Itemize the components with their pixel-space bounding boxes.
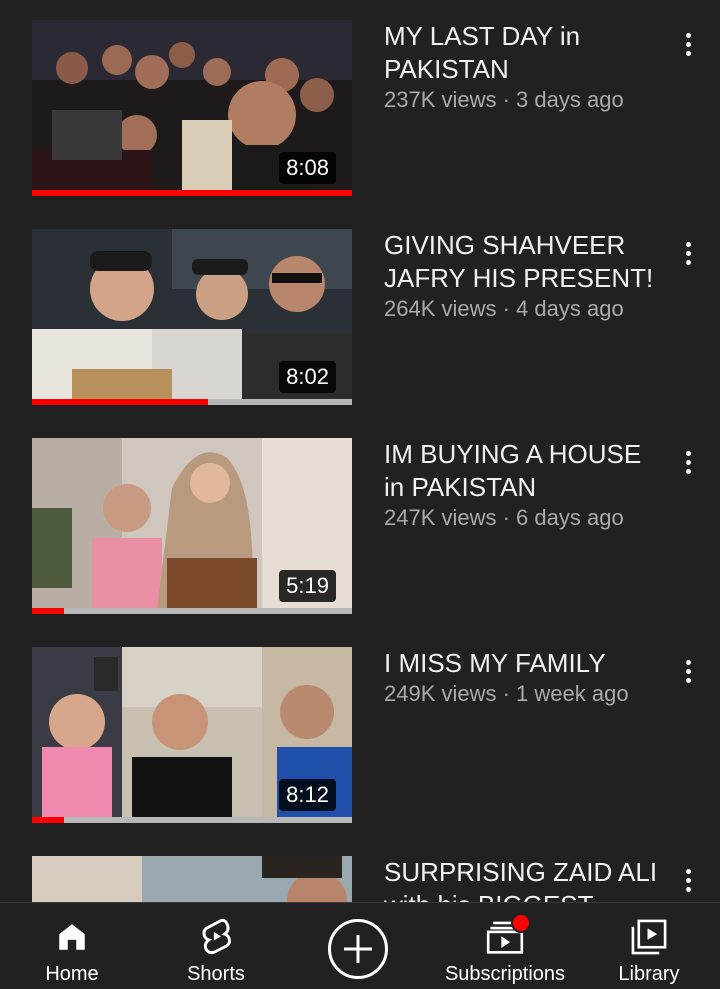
notification-dot xyxy=(511,913,531,933)
video-thumbnail[interactable]: 5:19 xyxy=(32,438,352,614)
video-item[interactable]: 8:12 I MISS MY FAMILY 249K views · 1 wee… xyxy=(0,647,720,827)
video-title[interactable]: SURPRISING ZAID ALI with his BIGGEST xyxy=(384,856,664,902)
home-icon xyxy=(52,917,92,957)
watch-progress-fill xyxy=(32,608,64,614)
plus-icon xyxy=(344,935,372,963)
watch-progress-fill xyxy=(32,190,352,196)
video-title[interactable]: MY LAST DAY in PAKISTAN xyxy=(384,20,664,86)
video-item[interactable]: SURPRISING ZAID ALI with his BIGGEST xyxy=(0,856,720,902)
video-meta: 237K views · 3 days ago xyxy=(384,87,624,112)
video-item[interactable]: 8:02 GIVING SHAHVEER JAFRY HIS PRESENT! … xyxy=(0,229,720,409)
shorts-icon xyxy=(196,917,236,957)
library-icon xyxy=(629,917,669,957)
video-duration: 5:19 xyxy=(279,570,336,602)
video-title[interactable]: GIVING SHAHVEER JAFRY HIS PRESENT! xyxy=(384,229,664,295)
video-thumbnail[interactable]: 8:12 xyxy=(32,647,352,823)
video-feed: 8:08 MY LAST DAY in PAKISTAN 237K views … xyxy=(0,0,720,902)
nav-shorts[interactable]: Shorts xyxy=(176,903,256,989)
video-thumbnail[interactable] xyxy=(32,856,352,902)
watch-progress-bar xyxy=(32,190,352,196)
watch-progress-bar xyxy=(32,817,352,823)
subscriptions-icon xyxy=(485,913,531,957)
video-duration: 8:02 xyxy=(279,361,336,393)
more-options-icon[interactable] xyxy=(672,24,704,64)
watch-progress-bar xyxy=(32,399,352,405)
video-item[interactable]: 8:08 MY LAST DAY in PAKISTAN 237K views … xyxy=(0,20,720,200)
nav-home[interactable]: Home xyxy=(36,903,108,989)
more-options-icon[interactable] xyxy=(672,860,704,900)
video-thumbnail[interactable]: 8:08 xyxy=(32,20,352,196)
video-meta: 247K views · 6 days ago xyxy=(384,505,624,530)
create-button[interactable] xyxy=(328,919,388,979)
watch-progress-bar xyxy=(32,608,352,614)
nav-subscriptions-label: Subscriptions xyxy=(444,963,566,985)
video-duration: 8:08 xyxy=(279,152,336,184)
more-options-icon[interactable] xyxy=(672,233,704,273)
nav-subscriptions[interactable]: Subscriptions xyxy=(440,903,570,989)
watch-progress-fill xyxy=(32,399,208,405)
more-options-icon[interactable] xyxy=(672,651,704,691)
thumbnail-image xyxy=(32,856,352,902)
more-options-icon[interactable] xyxy=(672,442,704,482)
video-item[interactable]: 5:19 IM BUYING A HOUSE in PAKISTAN 247K … xyxy=(0,438,720,618)
nav-library[interactable]: Library xyxy=(608,903,690,989)
bottom-navigation-bar: Home Shorts Subscriptions Library xyxy=(0,902,720,989)
video-thumbnail[interactable]: 8:02 xyxy=(32,229,352,405)
video-title[interactable]: IM BUYING A HOUSE in PAKISTAN xyxy=(384,438,664,504)
watch-progress-fill xyxy=(32,817,64,823)
video-meta: 264K views · 4 days ago xyxy=(384,296,624,321)
nav-library-label: Library xyxy=(618,963,680,985)
video-title[interactable]: I MISS MY FAMILY xyxy=(384,647,664,680)
nav-home-label: Home xyxy=(45,963,99,985)
nav-shorts-label: Shorts xyxy=(187,963,245,985)
video-duration: 8:12 xyxy=(279,779,336,811)
video-meta: 249K views · 1 week ago xyxy=(384,681,629,706)
